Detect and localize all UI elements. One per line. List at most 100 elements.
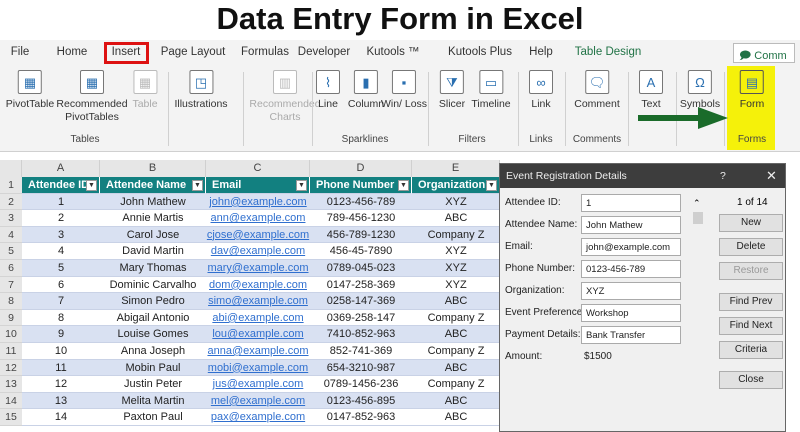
cell[interactable]: 1: [22, 193, 100, 211]
cell[interactable]: ABC: [412, 326, 500, 343]
cell[interactable]: 12: [22, 376, 100, 393]
cell[interactable]: 9: [22, 326, 100, 343]
email-link[interactable]: mobi@example.com: [208, 362, 308, 374]
cell[interactable]: anna@example.com: [206, 343, 310, 360]
slicer-button[interactable]: ⧩ Slicer: [439, 70, 465, 111]
tab-kutools-[interactable]: Kutools ™: [366, 46, 419, 58]
timeline-button[interactable]: ▭ Timeline: [471, 70, 511, 111]
cell[interactable]: 654-3210-987: [310, 359, 412, 377]
cell[interactable]: 0123-456-895: [310, 392, 412, 410]
field-input[interactable]: XYZ: [581, 282, 681, 300]
row-number[interactable]: 2: [0, 193, 22, 211]
column-header-A[interactable]: A: [22, 160, 100, 177]
cell[interactable]: ABC: [412, 359, 500, 377]
filter-dropdown-icon[interactable]: ▼: [192, 180, 203, 191]
cell[interactable]: mobi@example.com: [206, 359, 310, 377]
tab-file[interactable]: File: [11, 46, 30, 58]
row-number[interactable]: 1: [0, 177, 22, 194]
cell[interactable]: Louise Gomes: [100, 326, 206, 343]
email-link[interactable]: abi@example.com: [212, 312, 303, 324]
row-number[interactable]: 10: [0, 326, 22, 343]
email-link[interactable]: dom@example.com: [209, 279, 307, 291]
row-number[interactable]: 3: [0, 210, 22, 227]
email-link[interactable]: simo@example.com: [208, 295, 308, 307]
criteria-button[interactable]: Criteria: [719, 341, 783, 359]
cell[interactable]: Simon Pedro: [100, 293, 206, 310]
cell[interactable]: Dominic Carvalho: [100, 277, 206, 294]
cell[interactable]: 5: [22, 260, 100, 277]
comments-button[interactable]: 🗩 Comm: [733, 43, 795, 63]
tab-help[interactable]: Help: [529, 46, 553, 58]
email-link[interactable]: anna@example.com: [207, 345, 308, 357]
cell[interactable]: mel@example.com: [206, 392, 310, 410]
cell[interactable]: 11: [22, 359, 100, 377]
tab-table-design[interactable]: Table Design: [575, 46, 641, 58]
tab-home[interactable]: Home: [57, 46, 88, 58]
email-link[interactable]: cjose@example.com: [207, 229, 309, 241]
cell[interactable]: Mary Thomas: [100, 260, 206, 277]
tab-formulas[interactable]: Formulas: [241, 46, 289, 58]
cell[interactable]: 789-456-1230: [310, 210, 412, 227]
row-number[interactable]: 7: [0, 276, 22, 294]
cell[interactable]: Company Z: [412, 226, 500, 244]
cell[interactable]: 13: [22, 392, 100, 410]
cell[interactable]: 2: [22, 210, 100, 227]
close-icon[interactable]: ✕: [766, 164, 777, 188]
cell[interactable]: mary@example.com: [206, 260, 310, 277]
header-cell[interactable]: Attendee Name ▼: [100, 177, 206, 194]
column-header-E[interactable]: E: [412, 160, 500, 177]
header-cell[interactable]: Email ▼: [206, 177, 310, 194]
cell[interactable]: Melita Martin: [100, 392, 206, 410]
new-button[interactable]: New: [719, 214, 783, 232]
cell[interactable]: XYZ: [412, 243, 500, 260]
cell[interactable]: ABC: [412, 409, 500, 426]
row-number[interactable]: 5: [0, 243, 22, 260]
cell[interactable]: 7410-852-963: [310, 326, 412, 343]
cell[interactable]: 456-45-7890: [310, 243, 412, 260]
cell[interactable]: 0789-045-023: [310, 260, 412, 277]
field-input[interactable]: Workshop: [581, 304, 681, 322]
pivottable-button[interactable]: ▦ PivotTable: [6, 70, 54, 111]
comment-button[interactable]: 🗨 Comment: [574, 70, 620, 111]
email-link[interactable]: dav@example.com: [211, 245, 305, 257]
email-link[interactable]: jus@example.com: [213, 378, 304, 390]
email-link[interactable]: mel@example.com: [211, 395, 305, 407]
find-prev-button[interactable]: Find Prev: [719, 293, 783, 311]
field-input[interactable]: 0123-456-789: [581, 260, 681, 278]
column-header-C[interactable]: C: [206, 160, 310, 177]
cell[interactable]: jus@example.com: [206, 376, 310, 393]
cell[interactable]: ABC: [412, 392, 500, 410]
header-cell[interactable]: Attendee ID ▼: [22, 177, 100, 194]
tab-page-layout[interactable]: Page Layout: [161, 46, 226, 58]
filter-dropdown-icon[interactable]: ▼: [86, 180, 97, 191]
cell[interactable]: Company Z: [412, 310, 500, 327]
help-button[interactable]: ?: [720, 164, 726, 188]
cell[interactable]: Abigail Antonio: [100, 310, 206, 327]
cell[interactable]: Mobin Paul: [100, 359, 206, 377]
tab-developer[interactable]: Developer: [298, 46, 350, 58]
cell[interactable]: abi@example.com: [206, 310, 310, 327]
cell[interactable]: 0147-852-963: [310, 409, 412, 426]
cell[interactable]: Annie Martis: [100, 210, 206, 227]
email-link[interactable]: mary@example.com: [207, 262, 308, 274]
header-cell[interactable]: Organization ▼: [412, 177, 500, 194]
cell[interactable]: simo@example.com: [206, 293, 310, 310]
cell[interactable]: dom@example.com: [206, 277, 310, 294]
cell[interactable]: 0147-258-369: [310, 277, 412, 294]
row-number[interactable]: 9: [0, 309, 22, 327]
delete-button[interactable]: Delete: [719, 238, 783, 256]
cell[interactable]: Carol Jose: [100, 226, 206, 244]
scrollbar-thumb[interactable]: [693, 212, 703, 224]
win-loss-button[interactable]: ▪ Win/ Loss: [381, 70, 427, 111]
cell[interactable]: XYZ: [412, 260, 500, 277]
field-input[interactable]: john@example.com: [581, 238, 681, 256]
close-button[interactable]: Close: [719, 371, 783, 389]
restore-button[interactable]: Restore: [719, 262, 783, 280]
cell[interactable]: ABC: [412, 210, 500, 227]
column-header-D[interactable]: D: [310, 160, 412, 177]
cell[interactable]: 10: [22, 343, 100, 360]
cell[interactable]: pax@example.com: [206, 409, 310, 426]
column-button[interactable]: ▮ Column: [348, 70, 384, 111]
email-link[interactable]: john@example.com: [209, 196, 306, 208]
cell[interactable]: lou@example.com: [206, 326, 310, 343]
